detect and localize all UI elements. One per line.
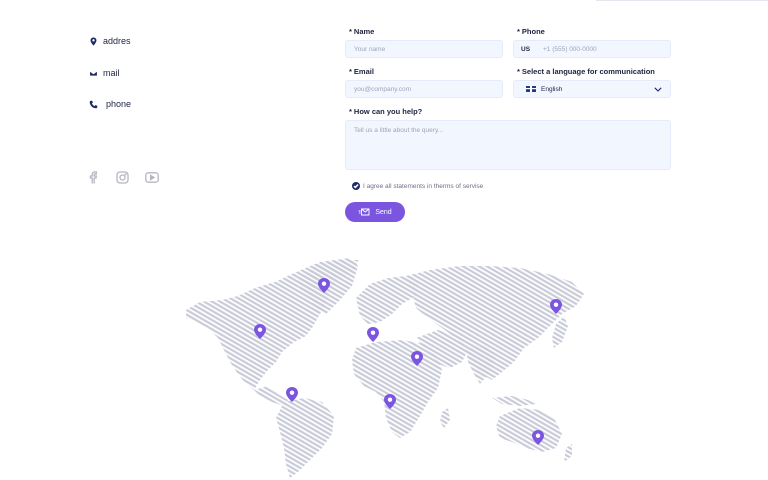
contact-address-label: addres: [103, 36, 131, 46]
contact-phone[interactable]: phone: [89, 99, 131, 109]
check-icon: [353, 184, 359, 189]
help-label: * How can you help?: [349, 107, 423, 116]
phone-field: US: [513, 40, 671, 58]
email-input[interactable]: [345, 80, 503, 98]
phone-icon: [89, 100, 98, 108]
country-code-select[interactable]: US: [521, 46, 541, 53]
world-map: [186, 258, 584, 478]
name-label: * Name: [349, 27, 375, 36]
top-divider: [596, 0, 768, 1]
help-textarea[interactable]: [345, 120, 671, 170]
language-label: * Select a language for communication: [517, 67, 655, 76]
agree-row: I agree all statements in therms of serv…: [352, 182, 483, 190]
agree-checkbox[interactable]: [352, 182, 360, 190]
location-pin-icon: [90, 36, 97, 46]
youtube-icon: [145, 171, 159, 183]
agree-text: I agree all statements in therms of serv…: [363, 182, 484, 190]
contact-mail-label: mail: [103, 68, 120, 78]
phone-input[interactable]: [541, 44, 665, 54]
instagram-icon: [115, 170, 129, 184]
send-button[interactable]: Send: [345, 202, 405, 222]
email-label: * Email: [349, 67, 374, 76]
instagram-link[interactable]: [114, 170, 130, 184]
phone-label: * Phone: [517, 27, 545, 36]
contact-phone-label: phone: [106, 99, 132, 109]
envelope-icon: [89, 70, 98, 76]
chevron-down-icon: [654, 86, 662, 92]
contact-mail[interactable]: mail: [89, 68, 120, 78]
language-select[interactable]: English: [513, 80, 671, 98]
language-value: English: [541, 85, 563, 93]
map-pin-icon[interactable]: [367, 327, 379, 342]
paper-plane-icon: [358, 208, 370, 216]
send-label: Send: [375, 208, 392, 216]
name-input[interactable]: [345, 40, 503, 58]
contact-address[interactable]: addres: [89, 36, 131, 46]
uk-flag-icon: [526, 86, 536, 92]
map-landmass: [186, 258, 584, 478]
facebook-icon: [89, 170, 97, 183]
facebook-link[interactable]: [85, 170, 101, 184]
youtube-link[interactable]: [144, 170, 160, 184]
